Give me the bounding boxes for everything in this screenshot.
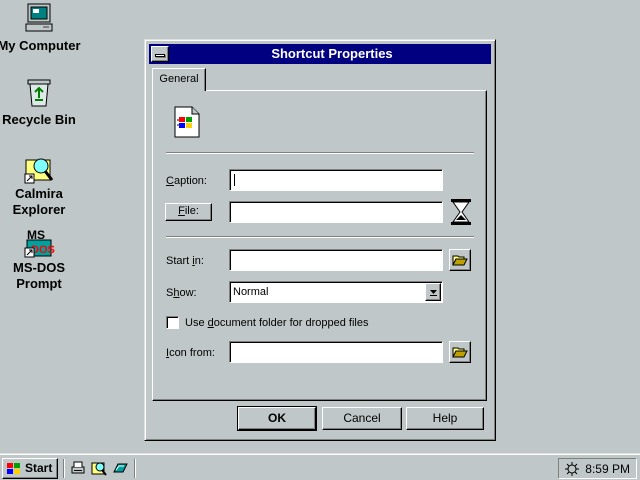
icon-from-input[interactable] [229, 341, 443, 363]
separator-top [166, 152, 474, 154]
dialog-title: Shortcut Properties [271, 46, 393, 61]
clock[interactable]: 8:59 PM [585, 462, 630, 476]
file-input[interactable] [229, 201, 443, 223]
cancel-button[interactable]: Cancel [322, 407, 402, 430]
hourglass-icon [451, 199, 471, 225]
desktop-icon-label: Recycle Bin [2, 112, 76, 127]
start-in-browse-button[interactable] [449, 249, 471, 271]
computer-icon [25, 3, 53, 32]
system-menu-button[interactable] [151, 46, 169, 62]
show-label: Show: [166, 287, 197, 299]
open-folder-icon [452, 347, 468, 358]
desktop-icon[interactable] [112, 460, 128, 476]
desktop-icon-msdos-prompt[interactable]: MS DOS MS-DOS Prompt [0, 226, 84, 292]
recycle-bin-icon [27, 79, 51, 107]
find-icon[interactable] [91, 460, 107, 476]
file-button[interactable]: File: [165, 203, 212, 221]
explorer-icon [24, 158, 54, 184]
system-menu-icon [155, 54, 165, 57]
windows-logo-icon [7, 463, 20, 474]
show-dropdown-button[interactable] [425, 283, 441, 301]
ok-button[interactable]: OK [237, 406, 317, 431]
start-in-label: Start in: [166, 255, 204, 267]
text-caret [234, 174, 235, 186]
chevron-down-icon [430, 290, 437, 296]
use-document-folder-label[interactable]: Use document folder for dropped files [185, 316, 368, 330]
taskbar-divider [134, 459, 136, 478]
start-button[interactable]: Start [2, 458, 58, 479]
desktop-icon-my-computer[interactable]: My Computer [0, 2, 84, 54]
desktop-icon-label-line2: Prompt [16, 276, 62, 291]
desktop-icon-label-line1: Calmira [15, 186, 63, 201]
help-button[interactable]: Help [406, 407, 484, 430]
desktop-icon-label-line2: Explorer [12, 202, 66, 217]
taskbar: Start 8:59 PM [0, 453, 640, 480]
tab-general[interactable]: General [152, 68, 206, 91]
icon-from-browse-button[interactable] [449, 341, 471, 363]
caption-label: Caption: [166, 175, 207, 187]
desktop-icon-label-line1: MS-DOS [13, 260, 65, 275]
icon-from-label: Icon from: [166, 347, 215, 359]
taskbar-divider [63, 459, 65, 478]
start-label: Start [25, 461, 53, 475]
svg-text:DOS: DOS [31, 244, 55, 256]
open-folder-icon [452, 255, 468, 266]
start-in-input[interactable] [229, 249, 443, 271]
use-document-folder-checkbox[interactable] [166, 316, 179, 329]
settings-tray-icon[interactable] [564, 461, 580, 477]
desktop-icon-calmira-explorer[interactable]: Calmira Explorer [0, 152, 84, 218]
desktop-icon-label: My Computer [0, 38, 81, 53]
caption-input[interactable] [229, 169, 443, 191]
title-bar[interactable]: Shortcut Properties [149, 44, 491, 64]
system-tray: 8:59 PM [558, 458, 637, 479]
printer-icon[interactable] [70, 460, 86, 476]
show-selected-value: Normal [233, 286, 269, 298]
desktop-icon-recycle-bin[interactable]: Recycle Bin [0, 76, 84, 128]
shortcut-file-icon [174, 106, 200, 138]
msdos-icon: MS DOS [24, 228, 55, 258]
show-select[interactable]: Normal [229, 281, 443, 303]
separator-middle [166, 236, 474, 238]
